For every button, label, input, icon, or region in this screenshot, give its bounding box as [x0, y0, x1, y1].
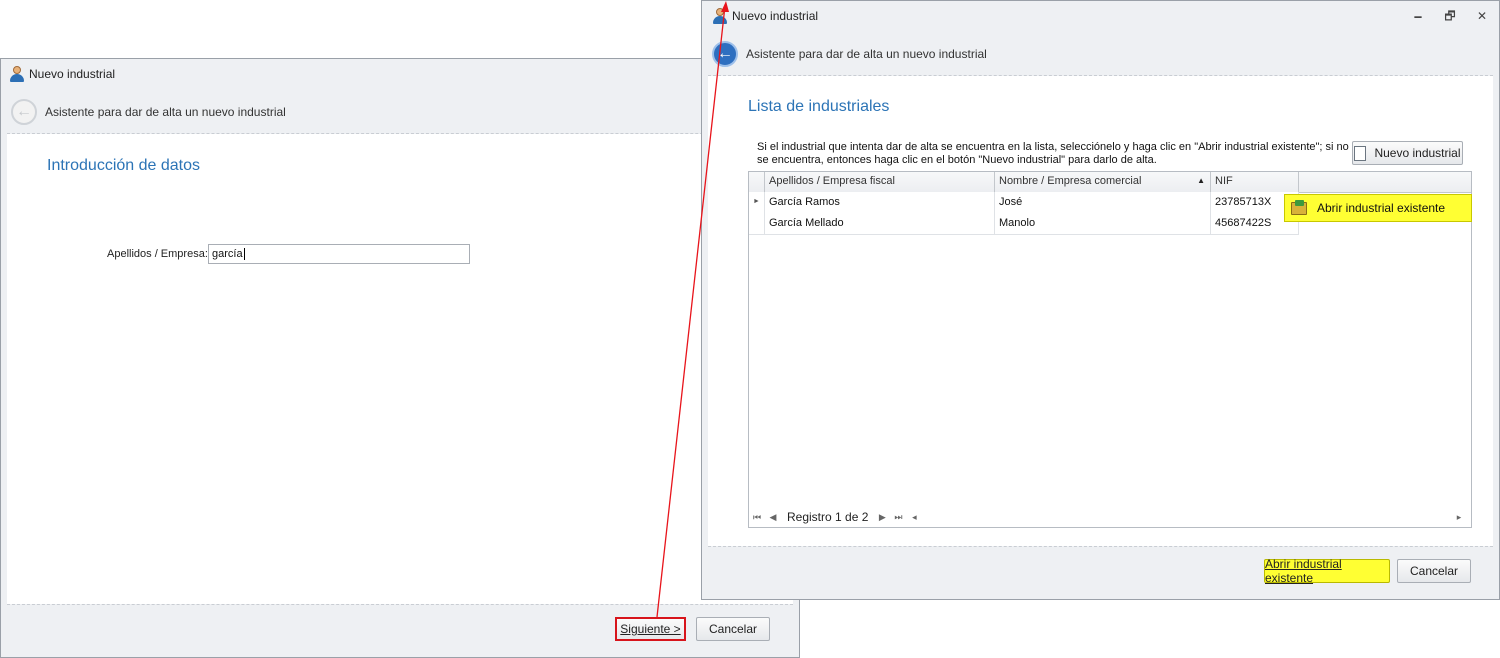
new-industrial-button[interactable]: Nuevo industrial	[1352, 141, 1463, 165]
column-header-nif[interactable]: NIF	[1211, 172, 1299, 192]
close-icon[interactable]: ✕	[1475, 9, 1489, 23]
user-icon	[9, 66, 25, 82]
row-indicator-icon	[749, 213, 765, 234]
right-cancel-button[interactable]: Cancelar	[1397, 559, 1471, 583]
cell-apellidos: García Mellado	[765, 213, 995, 234]
right-wizard-window: Nuevo industrial 🗕 🗗 ✕ ← Asistente para …	[701, 0, 1500, 600]
instructions-line-2: se encuentra, entonces haga clic en el b…	[757, 154, 1157, 166]
next-record-icon[interactable]: ▶	[874, 512, 890, 523]
document-icon	[1354, 145, 1367, 161]
first-record-icon[interactable]: ⏮	[749, 512, 765, 523]
column-header-nombre[interactable]: Nombre / Empresa comercial ▲	[995, 172, 1211, 192]
apellidos-input[interactable]: garcía	[208, 244, 470, 264]
right-window-title: Nuevo industrial	[732, 9, 819, 23]
right-wizard-header: ← Asistente para dar de alta un nuevo in…	[708, 33, 1493, 76]
user-icon	[712, 8, 728, 24]
right-content-area: Lista de industriales Si el industrial q…	[708, 76, 1493, 546]
right-wizard-title: Asistente para dar de alta un nuevo indu…	[746, 47, 987, 61]
table-row[interactable]: ► García Ramos José 23785713X	[749, 192, 1299, 214]
last-record-icon[interactable]: ⏭	[890, 512, 906, 523]
right-section-title: Lista de industriales	[748, 98, 890, 115]
apellidos-label: Apellidos / Empresa:	[107, 248, 208, 260]
left-section-title: Introducción de datos	[47, 157, 200, 174]
left-wizard-title: Asistente para dar de alta un nuevo indu…	[45, 105, 286, 119]
row-indicator-icon: ►	[749, 192, 765, 213]
next-button[interactable]: Siguiente >	[615, 617, 686, 641]
back-arrow-icon: ←	[11, 99, 37, 125]
cell-nombre: José	[995, 192, 1211, 213]
left-wizard-header: ← Asistente para dar de alta un nuevo in…	[7, 91, 793, 134]
left-window-title: Nuevo industrial	[29, 67, 116, 81]
grid-navigator: ⏮ ◀ Registro 1 de 2 ▶ ⏭ ◂ ▸	[749, 507, 1471, 527]
scroll-left-icon[interactable]: ◂	[906, 512, 922, 523]
right-title-bar: Nuevo industrial 🗕 🗗 ✕	[702, 1, 1499, 31]
grid-corner	[749, 172, 765, 192]
grid-header: Apellidos / Empresa fiscal Nombre / Empr…	[749, 172, 1471, 193]
back-arrow-icon[interactable]: ←	[712, 41, 738, 67]
left-cancel-button[interactable]: Cancelar	[696, 617, 770, 641]
restore-icon[interactable]: 🗗	[1443, 9, 1457, 23]
column-header-apellidos[interactable]: Apellidos / Empresa fiscal	[765, 172, 995, 192]
apellidos-input-value: garcía	[212, 248, 243, 260]
table-row[interactable]: García Mellado Manolo 45687422S	[749, 213, 1299, 235]
left-wizard-window: Nuevo industrial ← Asistente para dar de…	[0, 58, 800, 658]
open-existing-context-button[interactable]: Abrir industrial existente	[1284, 194, 1472, 222]
prev-record-icon[interactable]: ◀	[765, 512, 781, 523]
cell-apellidos: García Ramos	[765, 192, 995, 213]
scroll-right-icon[interactable]: ▸	[1451, 512, 1467, 523]
open-folder-icon	[1291, 199, 1307, 215]
left-content-area: Introducción de datos Apellidos / Empres…	[7, 134, 793, 604]
industrials-grid: Apellidos / Empresa fiscal Nombre / Empr…	[748, 171, 1472, 528]
left-title-bar: Nuevo industrial	[1, 59, 799, 89]
instructions-line-1: Si el industrial que intenta dar de alta…	[757, 141, 1349, 153]
minimize-icon[interactable]: 🗕	[1411, 9, 1425, 23]
sort-ascending-icon: ▲	[1197, 176, 1205, 185]
record-counter: Registro 1 de 2	[787, 510, 869, 524]
open-existing-button[interactable]: Abrir industrial existente	[1264, 557, 1390, 585]
cell-nombre: Manolo	[995, 213, 1211, 234]
